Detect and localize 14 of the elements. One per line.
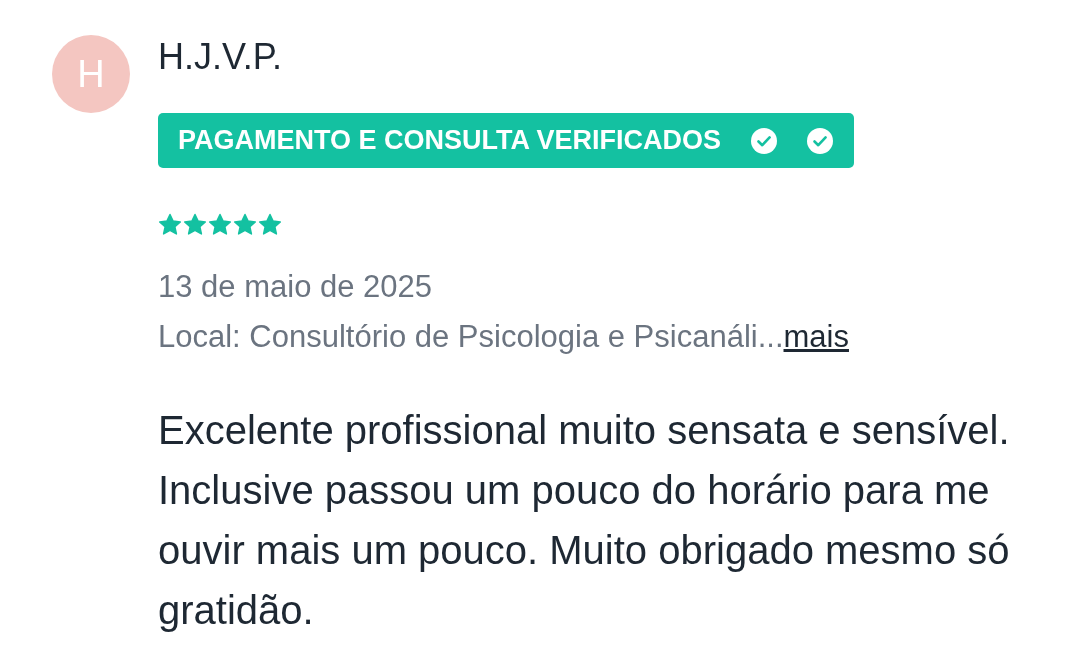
- star-icon: [258, 213, 282, 237]
- location-text: Local: Consultório de Psicologia e Psicanáli...mais: [158, 319, 849, 355]
- star-icon: [158, 213, 182, 237]
- review-text: Excelente profissional muito sensata e sensível. Inclusive passou um pouco do horário para me ouvir mais um pouco. Muito obrigado mesmo só gratidão.: [158, 407, 1011, 634]
- check-circle-icon: [751, 127, 778, 154]
- review-date: 13 de maio de 2025: [158, 269, 433, 305]
- user-avatar: H: [52, 35, 130, 113]
- author-name: H.J.V.P.: [158, 35, 283, 79]
- check-circle-icon: [807, 127, 834, 154]
- star-icon: [233, 213, 257, 237]
- star-icon: [208, 213, 232, 237]
- badge-label: PAGAMENTO E CONSULTA VERIFICADOS: [178, 125, 722, 156]
- star-icon: [183, 213, 207, 237]
- more-link[interactable]: mais: [783, 319, 849, 354]
